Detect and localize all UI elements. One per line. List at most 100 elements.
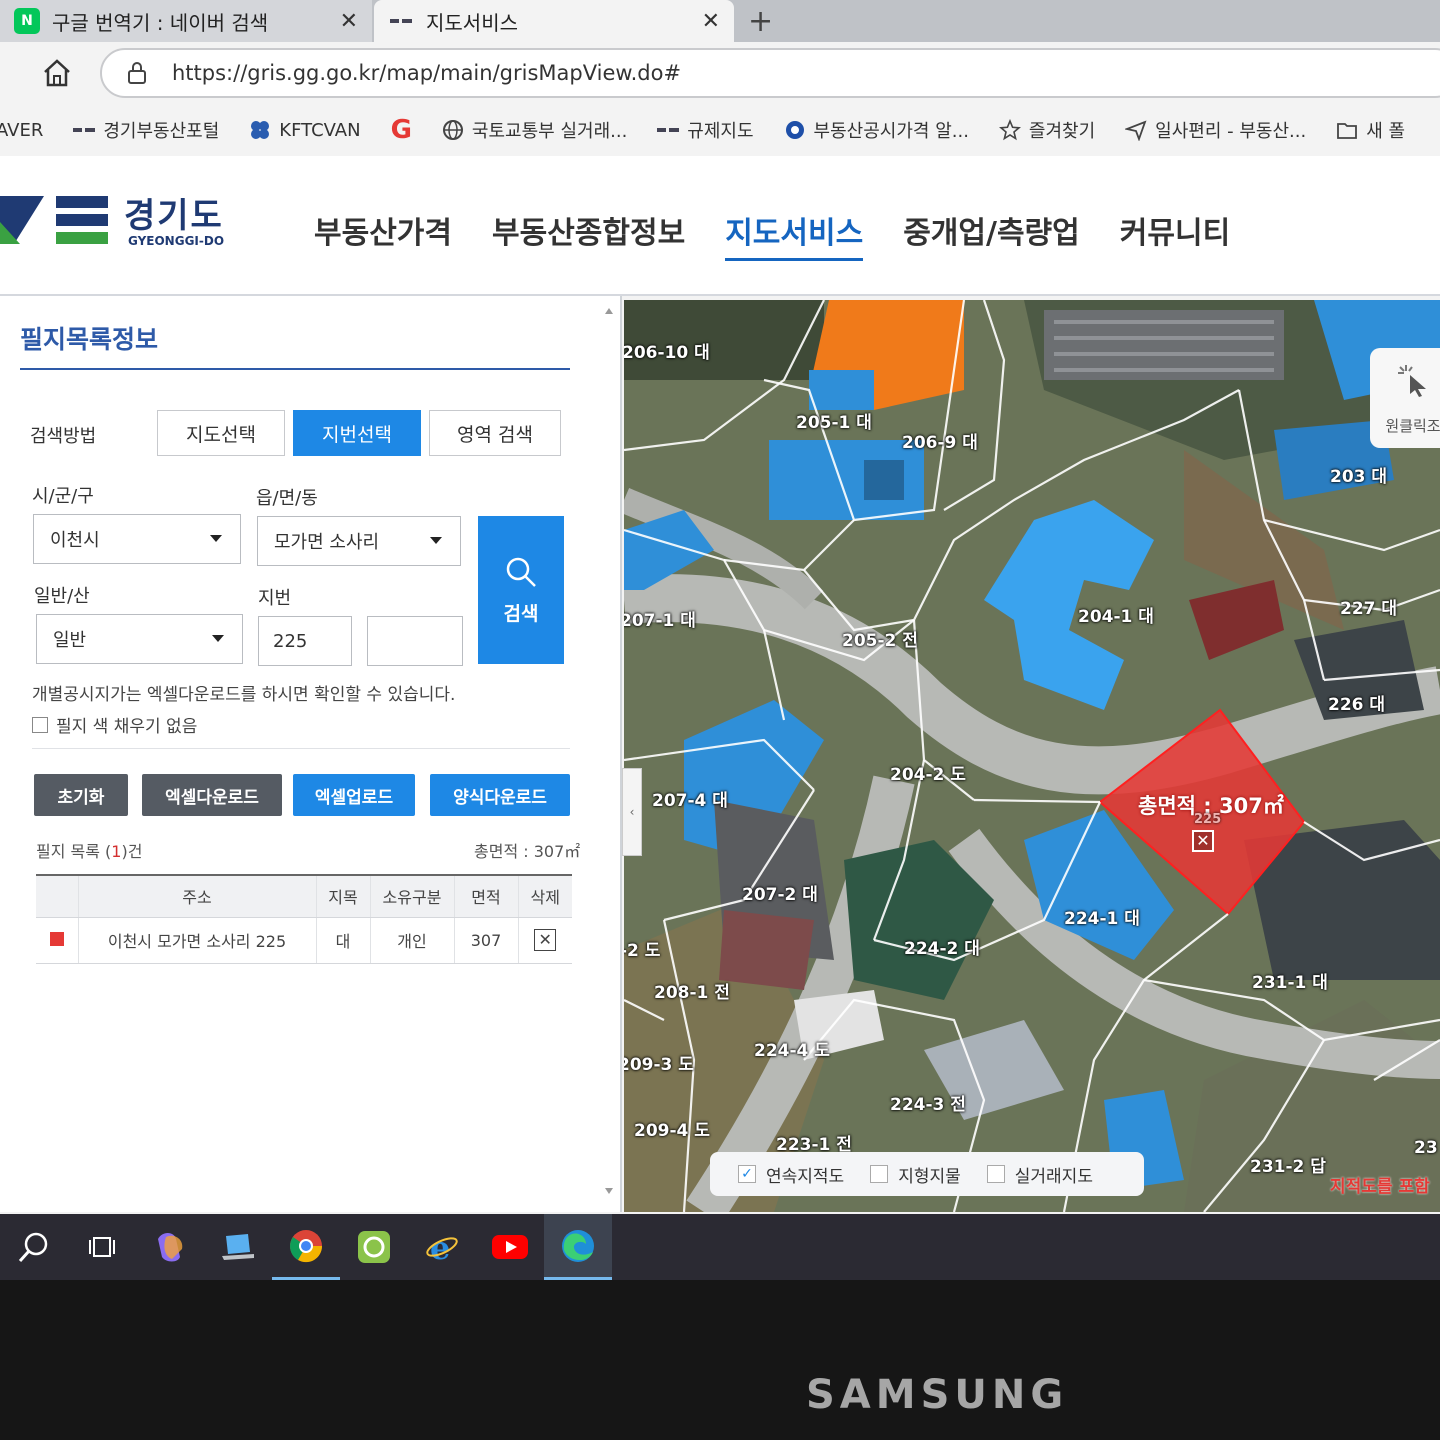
bookmark-price-notice[interactable]: 부동산공시가격 알... bbox=[784, 117, 969, 143]
bookmark-label: 일사편리 - 부동산... bbox=[1155, 121, 1307, 142]
layer-cadastral[interactable]: ✓ 연속지적도 bbox=[738, 1162, 844, 1187]
nav-real-estate-price[interactable]: 부동산가격 bbox=[314, 208, 452, 261]
lock-icon bbox=[128, 62, 146, 84]
bookmark-google[interactable]: G bbox=[391, 115, 412, 145]
search-icon[interactable] bbox=[0, 1214, 68, 1280]
parcel-list-count: 필지 목록 (1)건 bbox=[36, 838, 142, 862]
map-view[interactable]: 206-10 대 205-1 대 206-9 대 203 대 207-1 대 2… bbox=[624, 300, 1440, 1212]
title-divider bbox=[20, 368, 570, 370]
parcel-delete-cell: ✕ bbox=[517, 917, 572, 964]
bookmark-ilsa[interactable]: 일사편리 - 부동산... bbox=[1125, 117, 1306, 143]
count-suffix: )건 bbox=[121, 842, 143, 861]
search-button[interactable]: 검색 bbox=[478, 516, 564, 664]
jibun-select-button[interactable]: 지번선택 bbox=[293, 410, 421, 456]
bookmark-naver[interactable]: AVER bbox=[0, 120, 43, 141]
nav-real-estate-info[interactable]: 부동산종합정보 bbox=[492, 208, 685, 261]
nav-map-service[interactable]: 지도서비스 bbox=[725, 208, 864, 261]
layer-transaction[interactable]: 실거래지도 bbox=[986, 1162, 1093, 1187]
parcel-address[interactable]: 이천시 모가면 소사리 225 bbox=[77, 917, 316, 964]
bookmarks-bar: AVER 경기부동산포털 KFTCVAN G 국토교통부 실거래... 규제지도… bbox=[0, 104, 1440, 156]
map-select-button[interactable]: 지도선택 bbox=[157, 410, 285, 456]
table-row[interactable]: 이천시 모가면 소사리 225 대 개인 307 ✕ bbox=[36, 917, 572, 964]
selected-parcel-number: 225 bbox=[1194, 812, 1222, 827]
bookmark-gyeonggi-realestate[interactable]: 경기부동산포털 bbox=[73, 117, 219, 143]
green-app-icon[interactable] bbox=[340, 1214, 408, 1280]
excel-download-button[interactable]: 엑셀다운로드 bbox=[142, 774, 282, 816]
reset-button[interactable]: 초기화 bbox=[34, 774, 128, 816]
send-icon bbox=[1125, 119, 1147, 141]
parcel-table: 주소 지목 소유구분 면적 삭제 이천시 모가면 소사리 225 대 개인 30… bbox=[36, 874, 572, 964]
bookmark-label: 새 폴 bbox=[1366, 121, 1406, 142]
bookmark-new-folder[interactable]: 새 폴 bbox=[1336, 117, 1405, 143]
address-row: https://gris.gg.go.kr/map/main/grisMapVi… bbox=[0, 42, 1440, 104]
area-search-button[interactable]: 영역 검색 bbox=[429, 410, 561, 456]
parcel-label: -2 도 bbox=[624, 941, 661, 961]
tab-map-service[interactable]: 지도서비스 ✕ bbox=[374, 0, 734, 42]
bookmark-molit[interactable]: 국토교통부 실거래... bbox=[442, 117, 627, 143]
parcel-jimok: 대 bbox=[315, 917, 370, 964]
copilot-icon[interactable] bbox=[136, 1214, 204, 1280]
url-text[interactable]: https://gris.gg.go.kr/map/main/grisMapVi… bbox=[172, 61, 681, 85]
ie-icon[interactable]: e bbox=[408, 1214, 476, 1280]
panel-scrollbar[interactable] bbox=[604, 306, 614, 1196]
dong-label: 읍/면/동 bbox=[256, 488, 318, 509]
excel-upload-button[interactable]: 엑셀업로드 bbox=[293, 774, 415, 816]
checkbox-checked-icon[interactable]: ✓ bbox=[738, 1165, 756, 1183]
task-view-icon[interactable] bbox=[68, 1214, 136, 1280]
site-favicon-icon bbox=[657, 119, 680, 141]
laptop-icon[interactable] bbox=[204, 1214, 272, 1280]
parcel-color-cell bbox=[36, 917, 78, 964]
bookmark-kftcvan[interactable]: KFTCVAN bbox=[249, 119, 361, 141]
tab-naver-search[interactable]: N 구글 번역기 : 네이버 검색 ✕ bbox=[0, 0, 372, 42]
parcel-label: 206-9 대 bbox=[902, 433, 978, 453]
site-header: 경기도 GYEONGGI-DO 부동산가격 부동산종합정보 지도서비스 중개업/… bbox=[0, 156, 1440, 296]
bookmark-label: 규제지도 bbox=[687, 121, 754, 142]
bookmark-label: 즐겨찾기 bbox=[1028, 121, 1096, 142]
form-download-button[interactable]: 양식다운로드 bbox=[430, 774, 570, 816]
close-icon[interactable]: ✕ bbox=[340, 9, 358, 34]
one-click-capture-button[interactable]: 원클릭조 bbox=[1370, 348, 1440, 448]
dong-select[interactable]: 모가면 소사리 bbox=[257, 516, 461, 566]
site-logo[interactable]: 경기도 GYEONGGI-DO bbox=[0, 188, 240, 258]
nav-brokerage[interactable]: 중개업/측량업 bbox=[903, 208, 1080, 261]
checkbox-box[interactable] bbox=[986, 1165, 1005, 1183]
bookmark-label: 부동산공시가격 알... bbox=[813, 121, 969, 142]
gyeonggi-logo-icon bbox=[0, 196, 108, 244]
bookmark-label: KFTCVAN bbox=[279, 119, 361, 141]
close-icon[interactable]: ✕ bbox=[1192, 830, 1214, 852]
delete-icon[interactable]: ✕ bbox=[534, 929, 557, 951]
new-tab-button[interactable]: + bbox=[748, 4, 773, 39]
layer-label: 지형지물 bbox=[898, 1166, 961, 1187]
bookmark-favorites[interactable]: 즐겨찾기 bbox=[998, 117, 1096, 143]
no-fill-checkbox[interactable]: 필지 색 채우기 없음 bbox=[32, 712, 197, 737]
sigungu-value: 이천시 bbox=[50, 530, 100, 551]
parcel-label: 203 대 bbox=[1330, 467, 1388, 487]
aerial-map[interactable] bbox=[624, 300, 1440, 1212]
parcel-label: 204-2 도 bbox=[890, 765, 966, 785]
parcel-label: 231-2 답 bbox=[1250, 1157, 1326, 1177]
tab-strip: N 구글 번역기 : 네이버 검색 ✕ 지도서비스 ✕ + bbox=[0, 0, 1440, 42]
panel-collapse-button[interactable]: ‹ bbox=[622, 768, 642, 856]
jibun-sub-input[interactable] bbox=[367, 616, 463, 666]
sigungu-select[interactable]: 이천시 bbox=[33, 514, 241, 564]
bookmark-regulation-map[interactable]: 규제지도 bbox=[657, 117, 754, 143]
monitor-bezel bbox=[0, 1280, 1440, 1440]
checkbox-box[interactable] bbox=[870, 1165, 889, 1183]
logo-korean: 경기도 bbox=[124, 196, 224, 236]
jibun-main-input[interactable]: 225 bbox=[258, 616, 352, 666]
table-header-owner: 소유구분 bbox=[369, 874, 454, 918]
nav-community[interactable]: 커뮤니티 bbox=[1120, 208, 1230, 261]
caret-down-icon bbox=[430, 537, 442, 544]
chrome-icon[interactable] bbox=[272, 1214, 340, 1280]
youtube-icon[interactable] bbox=[476, 1214, 544, 1280]
land-type-select[interactable]: 일반 bbox=[36, 614, 243, 664]
address-bar[interactable]: https://gris.gg.go.kr/map/main/grisMapVi… bbox=[100, 48, 1440, 98]
close-icon[interactable]: ✕ bbox=[702, 9, 720, 34]
search-button-label: 검색 bbox=[503, 602, 539, 625]
checkbox-box[interactable] bbox=[32, 716, 48, 733]
edge-icon[interactable] bbox=[544, 1214, 612, 1280]
home-icon[interactable] bbox=[40, 56, 74, 90]
one-click-capture-label: 원클릭조 bbox=[1385, 417, 1440, 435]
layer-terrain[interactable]: 지형지물 bbox=[870, 1162, 961, 1187]
parcel-label: 207-4 대 bbox=[652, 791, 728, 811]
